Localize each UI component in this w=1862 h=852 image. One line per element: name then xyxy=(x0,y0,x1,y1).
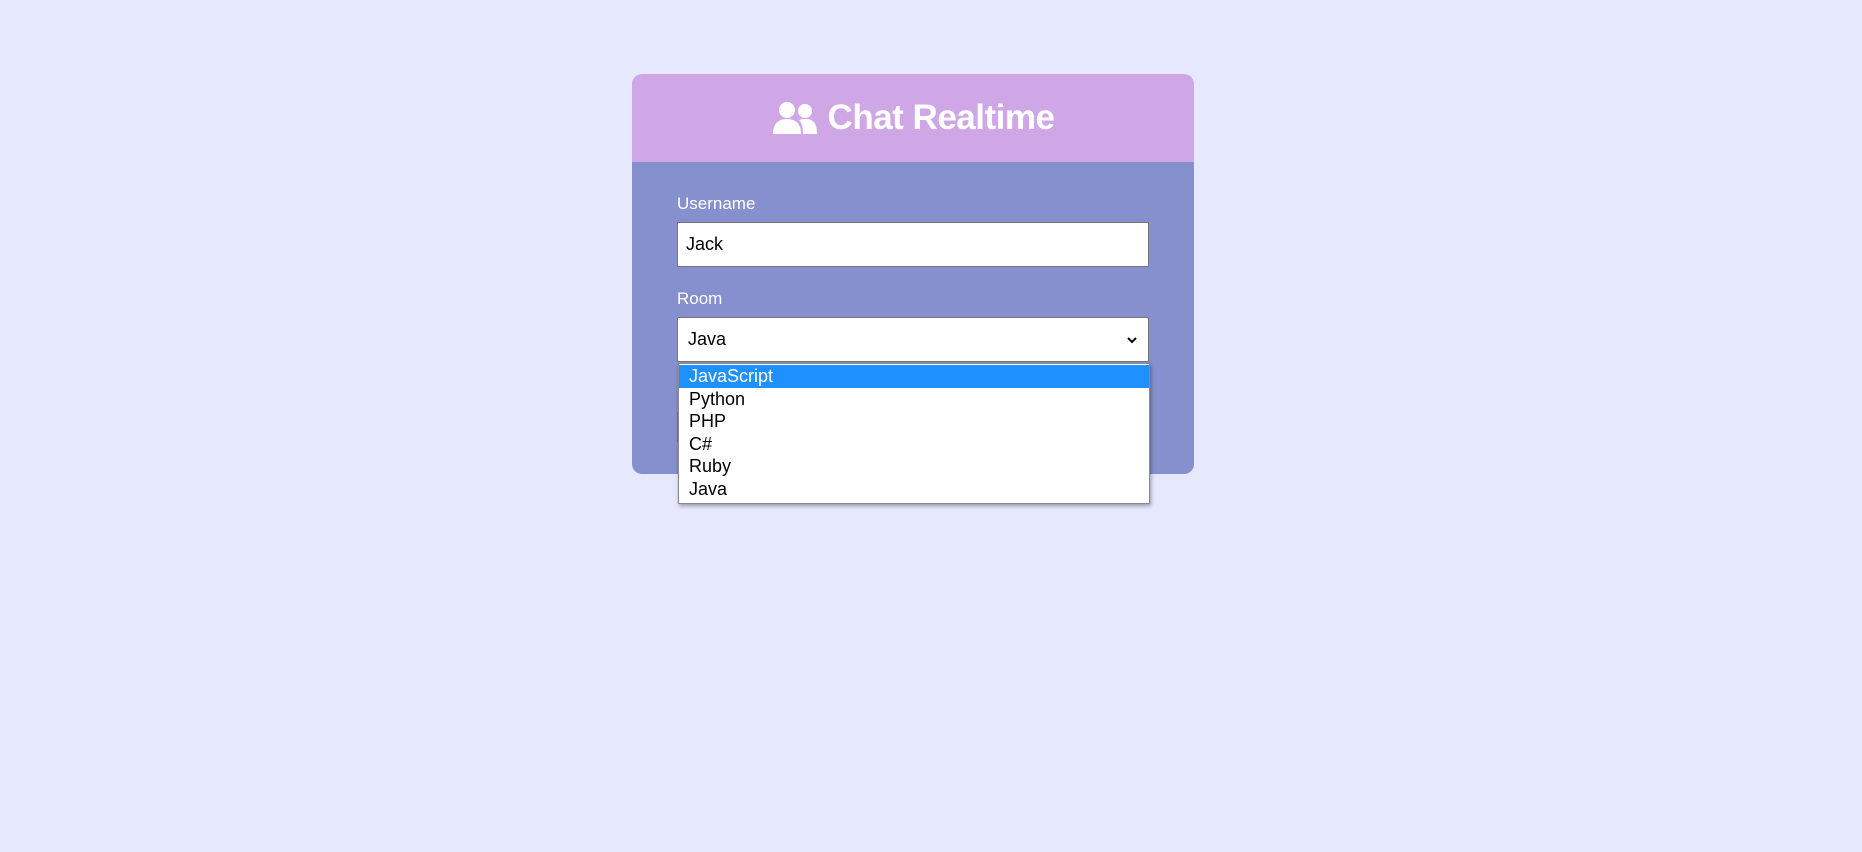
username-label: Username xyxy=(677,194,756,213)
dropdown-option-ruby[interactable]: Ruby xyxy=(679,455,1149,478)
username-field-group: Username Jack xyxy=(677,194,1149,267)
dropdown-option-java[interactable]: Java xyxy=(679,478,1149,501)
card-header: Chat Realtime xyxy=(632,74,1194,162)
chevron-down-icon xyxy=(1127,336,1137,343)
page-title: Chat Realtime xyxy=(827,98,1055,137)
room-dropdown-list: JavaScript Python PHP C# Ruby Java xyxy=(678,363,1150,504)
room-field-group: Room Java xyxy=(677,289,1149,362)
dropdown-option-csharp[interactable]: C# xyxy=(679,433,1149,456)
dropdown-option-php[interactable]: PHP xyxy=(679,410,1149,433)
dropdown-option-javascript[interactable]: JavaScript xyxy=(679,365,1149,388)
dropdown-option-python[interactable]: Python xyxy=(679,388,1149,411)
room-label: Room xyxy=(677,289,723,308)
room-select[interactable]: Java xyxy=(677,317,1149,362)
username-input[interactable]: Jack xyxy=(677,222,1149,267)
room-select-value: Java xyxy=(688,329,727,349)
users-icon xyxy=(772,102,817,134)
